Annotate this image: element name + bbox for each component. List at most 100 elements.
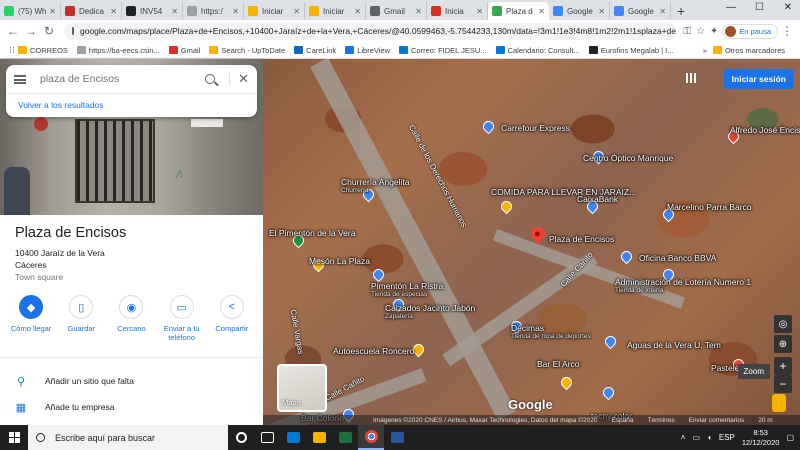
tab-0[interactable]: (75) Wh ✕: [0, 2, 61, 20]
bookmark-item[interactable]: CORREOS: [18, 46, 68, 55]
language-indicator[interactable]: ESP: [719, 433, 735, 442]
bookmark-other[interactable]: Otros marcadores: [712, 46, 785, 55]
excel-icon[interactable]: [332, 425, 358, 450]
bookmark-item[interactable]: CareLink: [294, 46, 336, 55]
close-window-button[interactable]: ✕: [784, 2, 792, 13]
minimize-button[interactable]: —: [726, 2, 736, 13]
map-place-label[interactable]: Autoescuela Roncero: [333, 346, 414, 356]
maximize-button[interactable]: ☐: [755, 2, 764, 13]
place-marker-icon[interactable]: [370, 266, 387, 283]
tab-7[interactable]: Inicia ✕: [427, 2, 488, 20]
zoom-in-button[interactable]: +: [774, 357, 792, 375]
tab-9[interactable]: Google ✕: [549, 2, 610, 20]
map-place-label[interactable]: Centro Óptico Manrique: [583, 153, 673, 163]
close-tab-icon[interactable]: ✕: [352, 7, 361, 16]
place-marker-icon[interactable]: [480, 118, 497, 135]
add-business[interactable]: ▦ Añade tu empresa: [0, 396, 263, 418]
action-nearby[interactable]: ◉ Cercano: [107, 295, 155, 342]
close-tab-icon[interactable]: ✕: [596, 7, 605, 16]
tab-6[interactable]: Gmail ✕: [366, 2, 427, 20]
folder-icon[interactable]: [306, 425, 332, 450]
apps-icon[interactable]: ⁝⁝: [6, 45, 18, 56]
taskbar-search[interactable]: Escribe aquí para buscar: [28, 425, 228, 450]
chevron-right-icon[interactable]: »: [703, 46, 707, 55]
search-icon[interactable]: [205, 74, 216, 84]
back-to-results-link[interactable]: Volver a los resultados: [6, 93, 257, 115]
volume-icon[interactable]: ◖: [707, 433, 712, 442]
sign-in-button[interactable]: Iniciar sesión: [723, 69, 794, 89]
place-marker-icon[interactable]: [558, 374, 575, 391]
map-place-label[interactable]: Décimas Tienda de ropa de deportes: [511, 323, 591, 340]
close-tab-icon[interactable]: ✕: [474, 7, 483, 16]
close-tab-icon[interactable]: ✕: [47, 7, 56, 16]
action-send-to-phone[interactable]: ▭ Enviar a tu teléfono: [158, 295, 206, 342]
tab-1[interactable]: Dedica ✕: [61, 2, 122, 20]
close-icon[interactable]: ✕: [229, 72, 249, 86]
tab-3[interactable]: https:/ ✕: [183, 2, 244, 20]
close-tab-icon[interactable]: ✕: [657, 7, 666, 16]
reload-icon[interactable]: ↻: [40, 24, 58, 38]
map-place-label[interactable]: CaixaBank: [577, 194, 618, 204]
map-place-label[interactable]: Oficina Banco BBVA: [639, 253, 716, 263]
start-button[interactable]: [0, 425, 28, 450]
country-link[interactable]: España: [611, 417, 633, 424]
map-place-label[interactable]: Carrefour Express: [501, 123, 570, 133]
map-place-label[interactable]: Aguas de la Vera U. Tem: [627, 340, 721, 350]
layer-switcher[interactable]: Mapa: [277, 364, 327, 412]
map-place-label[interactable]: Pimentón La Ristra Tienda de especias: [371, 281, 443, 298]
chevron-up-icon[interactable]: ˄: [681, 433, 686, 442]
close-tab-icon[interactable]: ✕: [536, 7, 545, 16]
place-marker-icon[interactable]: [498, 198, 515, 215]
action-bookmark[interactable]: ▯ Guardar: [57, 295, 105, 342]
zoom-out-button[interactable]: −: [774, 375, 792, 393]
new-tab-button[interactable]: +: [671, 2, 691, 20]
terms-link[interactable]: Términos: [648, 417, 675, 424]
map-place-label[interactable]: Marcelino Parra Barco: [667, 202, 752, 212]
map-place-label[interactable]: Mesón La Plaza: [309, 256, 370, 266]
place-marker-icon[interactable]: [618, 248, 635, 265]
address-bar[interactable]: google.com/maps/place/Plaza+de+Encisos,+…: [64, 22, 678, 40]
extension-icon[interactable]: ✦: [710, 26, 718, 37]
clock[interactable]: 8:53 12/12/2020: [742, 428, 780, 448]
satellite-map[interactable]: Iniciar sesión Calle de los Derechos Hum…: [263, 59, 800, 425]
word-icon[interactable]: [384, 425, 410, 450]
forward-icon[interactable]: →: [22, 24, 40, 38]
search-input[interactable]: [40, 73, 206, 85]
bookmark-item[interactable]: Gmail: [168, 46, 200, 55]
menu-icon[interactable]: ⋮: [778, 24, 796, 38]
bookmark-item[interactable]: Calendario: Consult...: [495, 46, 580, 55]
tab-2[interactable]: INV54 ✕: [122, 2, 183, 20]
map-place-label[interactable]: Alfredo José Enciso Aparicio: [730, 125, 800, 135]
tab-10[interactable]: Google ✕: [610, 2, 671, 20]
chrome-icon[interactable]: [358, 425, 384, 450]
tab-8[interactable]: Plaza d ✕: [488, 2, 549, 20]
network-icon[interactable]: ▭: [692, 433, 700, 442]
profile-button[interactable]: En pausa: [722, 23, 778, 39]
feedback-link[interactable]: Enviar comentarios: [689, 417, 745, 424]
apps-grid-icon[interactable]: [686, 73, 696, 83]
bookmark-item[interactable]: LibreView: [345, 46, 390, 55]
close-tab-icon[interactable]: ✕: [169, 7, 178, 16]
map-place-label[interactable]: Administración de Lotería Numero 1 Tienda…: [615, 277, 751, 294]
compass-icon[interactable]: ⊕: [774, 335, 792, 353]
map-place-label[interactable]: Bar El Arco: [537, 359, 580, 369]
add-missing-place[interactable]: ⚲ Añadir un sitio que falta: [0, 370, 263, 392]
bookmark-item[interactable]: https://ba-eecs.csin...: [76, 46, 160, 55]
menu-icon[interactable]: [14, 74, 26, 84]
close-tab-icon[interactable]: ✕: [108, 7, 117, 16]
back-icon[interactable]: ←: [4, 24, 22, 38]
place-marker-icon[interactable]: [602, 333, 619, 350]
action-directions[interactable]: ◆ Cómo llegar: [7, 295, 55, 342]
action-share[interactable]: < Compartir: [208, 295, 256, 342]
tab-4[interactable]: Iniciar ✕: [244, 2, 305, 20]
pegman-icon[interactable]: [772, 394, 786, 412]
close-tab-icon[interactable]: ✕: [230, 7, 239, 16]
task-view-icon[interactable]: [254, 425, 280, 450]
bookmark-item[interactable]: Correo: FIDEL JESU...: [399, 46, 487, 55]
map-place-label[interactable]: Calzados Jacinto Jabón Zapatería: [385, 303, 475, 320]
close-tab-icon[interactable]: ✕: [291, 7, 300, 16]
cortana-icon[interactable]: [228, 425, 254, 450]
bookmark-item[interactable]: Search - UpToDate: [209, 46, 285, 55]
globe-icon[interactable]: ◎: [774, 315, 792, 333]
key-icon[interactable]: ⚿: [683, 26, 691, 37]
